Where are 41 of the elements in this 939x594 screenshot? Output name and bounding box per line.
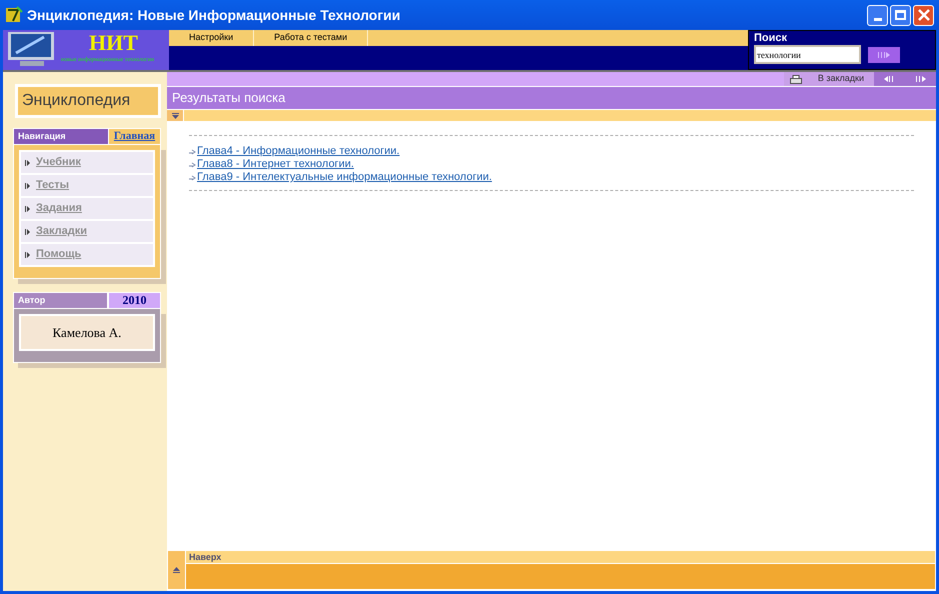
collapse-icon[interactable] xyxy=(172,112,178,118)
footer-label: Наверх xyxy=(186,551,935,563)
bookmark-button[interactable]: В закладки xyxy=(808,72,874,86)
result-link[interactable]: Глава8 - Интернет технологии. xyxy=(197,158,354,171)
print-icon[interactable] xyxy=(790,74,802,84)
sidebar-title: Энциклопедия xyxy=(18,87,158,115)
search-button[interactable] xyxy=(868,46,900,62)
forward-icon[interactable] xyxy=(916,76,926,82)
up-icon xyxy=(173,567,180,573)
logo-title: НИТ xyxy=(89,30,138,56)
home-link[interactable]: Главная xyxy=(109,129,160,144)
minimize-icon xyxy=(874,18,882,20)
result-link[interactable]: Глава4 - Информационные технологии. xyxy=(197,145,400,158)
author-header: Автор xyxy=(14,293,107,308)
maximize-button[interactable] xyxy=(890,4,911,26)
back-icon[interactable] xyxy=(884,76,894,82)
author-name: Камелова А. xyxy=(21,316,153,349)
maximize-icon xyxy=(895,10,906,20)
close-icon xyxy=(918,9,930,21)
bullet-icon xyxy=(25,182,30,188)
bullet-icon xyxy=(25,160,30,166)
window-title: Энциклопедия: Новые Информационные Технологии xyxy=(27,6,402,25)
arrow-icon xyxy=(189,174,196,180)
arrow-icon xyxy=(189,148,196,154)
year-label: 2010 xyxy=(109,293,160,308)
scroll-top-button[interactable] xyxy=(168,551,185,589)
bullet-icon xyxy=(25,228,30,234)
app-icon xyxy=(5,6,23,24)
result-link[interactable]: Глава9 - Интелектуальные информационные технологии. xyxy=(197,171,492,184)
arrow-icon xyxy=(189,162,196,168)
content-title: Результаты поиска xyxy=(167,87,936,109)
bullet-icon xyxy=(25,252,30,258)
minimize-button[interactable] xyxy=(867,4,888,26)
navigation-header: Навигация xyxy=(14,129,108,144)
forward-icon xyxy=(878,52,890,58)
search-label: Поиск xyxy=(754,31,788,45)
bullet-icon xyxy=(25,206,30,212)
menu-item[interactable]: Настройки xyxy=(169,30,254,46)
close-button[interactable] xyxy=(913,4,934,26)
menu-item[interactable]: Работа с тестами xyxy=(254,30,368,46)
search-field[interactable]: технологии xyxy=(754,45,861,64)
